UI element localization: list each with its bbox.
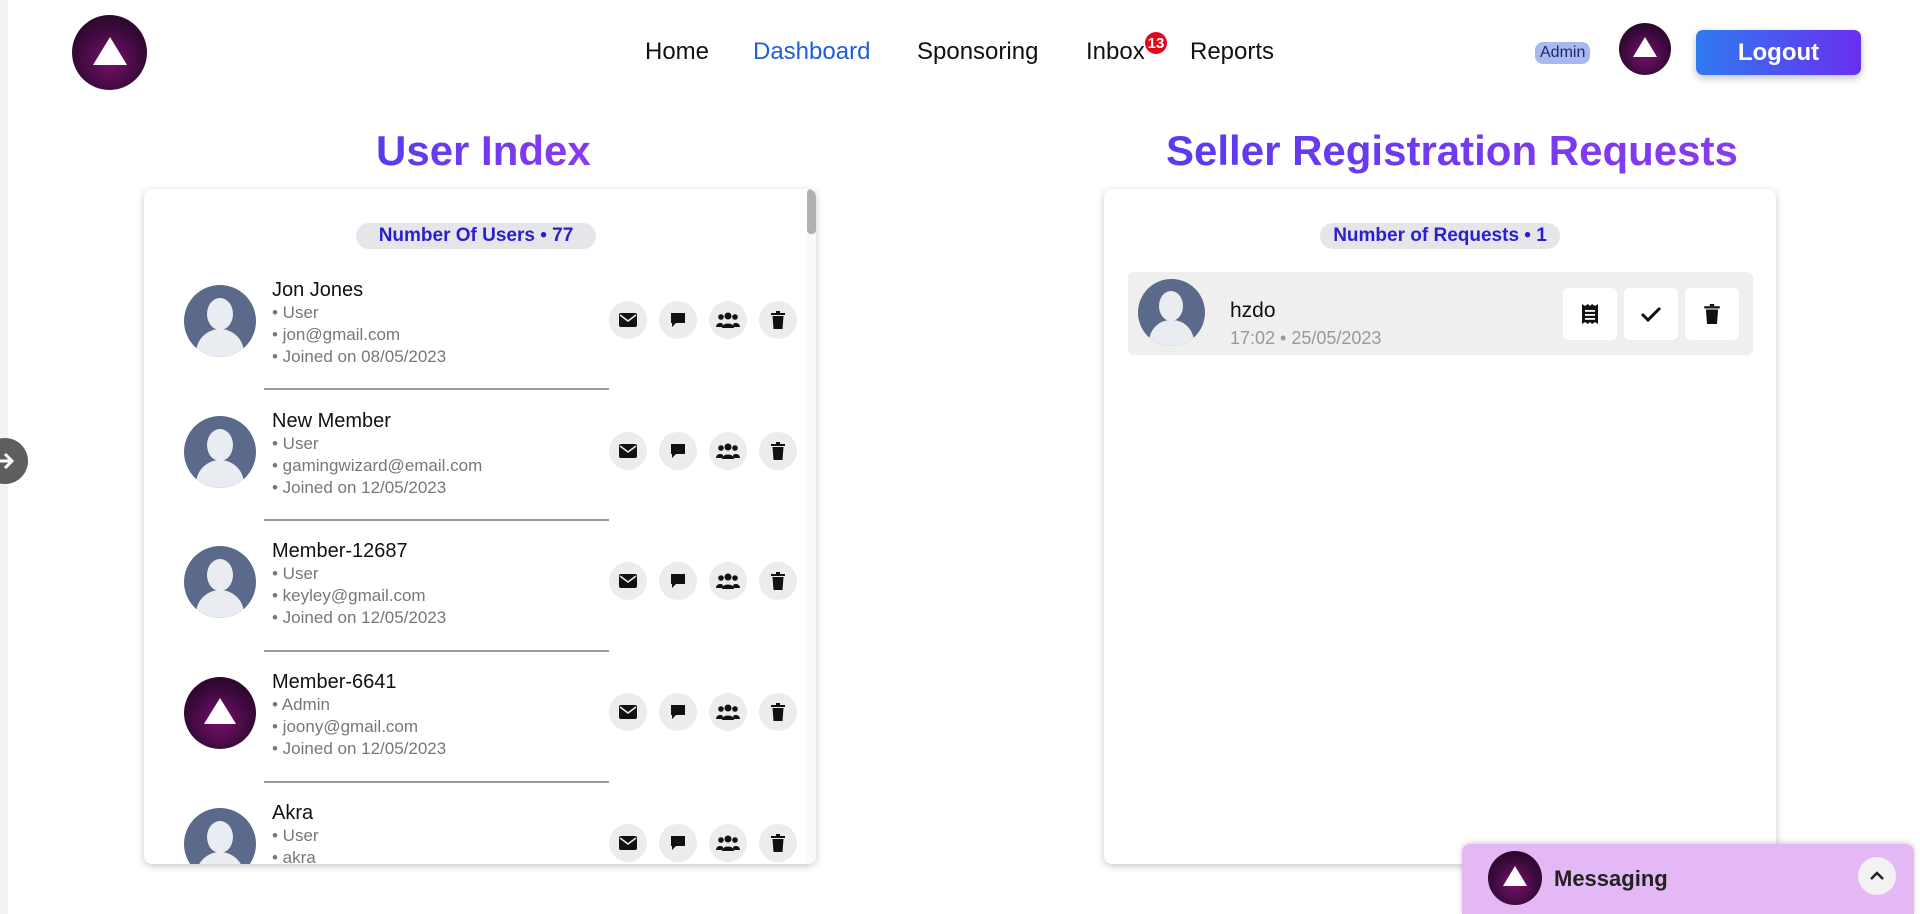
envelope-icon[interactable] [609,432,647,470]
chat-bubble-icon[interactable] [659,301,697,339]
envelope-icon[interactable] [609,824,647,862]
user-email: • gamingwizard@email.com [272,456,483,475]
nav-reports[interactable]: Reports [1190,38,1274,66]
user-index-title: User Index [376,127,591,174]
user-email: • joony@gmail.com [272,717,419,736]
user-joined: • Joined on 12/05/2023 [272,478,447,497]
user-index-panel: Number Of Users • 77 Jon Jones • User • … [144,189,816,864]
receipt-icon[interactable] [1563,288,1617,340]
user-name: Akra [272,802,314,824]
top-navbar: Home Dashboard Sponsoring Inbox 13 Repor… [0,0,1920,105]
users-group-icon[interactable] [709,301,747,339]
list-item[interactable]: Akra • User • akra [184,802,797,864]
request-row[interactable]: hzdo 17:02 • 25/05/2023 [1128,272,1753,355]
logout-button[interactable]: Logout [1696,30,1861,75]
user-joined: • Joined on 08/05/2023 [272,347,447,366]
avatar [184,808,256,864]
row-divider [264,388,609,390]
user-actions [609,562,809,602]
trash-icon[interactable] [759,301,797,339]
user-email: • akra [272,848,316,864]
triangle-logo-icon [204,698,236,724]
envelope-icon[interactable] [609,693,647,731]
profile-avatar[interactable] [1619,23,1671,75]
user-role: • User [272,434,319,453]
row-divider [264,781,609,783]
chat-bubble-icon[interactable] [659,693,697,731]
avatar [184,546,256,618]
user-email: • keyley@gmail.com [272,586,426,605]
avatar [184,416,256,488]
nav-dashboard[interactable]: Dashboard [753,38,870,66]
inbox-unread-badge: 13 [1145,32,1167,54]
nav-sponsoring[interactable]: Sponsoring [917,38,1038,66]
chat-bubble-icon[interactable] [659,432,697,470]
arrow-right-icon [0,452,15,470]
list-item[interactable]: Member-12687 • User • keyley@gmail.com •… [184,540,797,650]
user-count-pill: Number Of Users • 77 [356,223,596,249]
chevron-up-icon[interactable] [1858,857,1896,895]
list-item[interactable]: Member-6641 • Admin • joony@gmail.com • … [184,671,797,781]
users-group-icon[interactable] [709,693,747,731]
envelope-icon[interactable] [609,562,647,600]
user-role: • User [272,826,319,845]
users-group-icon[interactable] [709,562,747,600]
user-joined: • Joined on 12/05/2023 [272,739,447,758]
user-actions [609,432,809,472]
trash-icon[interactable] [759,824,797,862]
user-role: • User [272,303,319,322]
seller-requests-title: Seller Registration Requests [1166,127,1738,174]
trash-icon[interactable] [759,562,797,600]
seller-requests-panel: Number of Requests • 1 hzdo 17:02 • 25/0… [1104,189,1776,864]
list-item[interactable]: Jon Jones • User • jon@gmail.com • Joine… [184,279,797,389]
user-actions [609,301,809,341]
chat-bubble-icon[interactable] [659,562,697,600]
chat-bubble-icon[interactable] [659,824,697,862]
triangle-logo-icon [1503,866,1527,886]
row-divider [264,519,609,521]
nav-home[interactable]: Home [645,38,709,66]
messaging-label: Messaging [1554,866,1668,891]
role-badge: Admin [1535,42,1591,64]
avatar [1138,279,1205,346]
users-group-icon[interactable] [709,432,747,470]
request-count-pill: Number of Requests • 1 [1320,223,1560,249]
user-actions [609,693,809,733]
nav-inbox[interactable]: Inbox [1086,38,1145,66]
user-role: • User [272,564,319,583]
row-divider [264,650,609,652]
triangle-logo-icon [1633,37,1657,57]
user-joined: • Joined on 12/05/2023 [272,608,447,627]
check-icon[interactable] [1624,288,1678,340]
request-name: hzdo [1230,299,1276,322]
trash-icon[interactable] [1685,288,1739,340]
user-list-scrollbar[interactable] [807,189,816,864]
side-panel-toggle[interactable] [0,438,28,484]
messaging-dock[interactable]: Messaging [1462,844,1914,914]
trash-icon[interactable] [759,693,797,731]
users-group-icon[interactable] [709,824,747,862]
scroll-thumb[interactable] [807,189,816,234]
user-name: Member-6641 [272,671,397,693]
request-timestamp: 17:02 • 25/05/2023 [1230,328,1382,348]
avatar [184,677,256,749]
user-name: New Member [272,410,391,432]
user-name: Member-12687 [272,540,408,562]
user-name: Jon Jones [272,279,364,301]
avatar [1488,851,1542,905]
user-actions [609,824,809,864]
envelope-icon[interactable] [609,301,647,339]
user-email: • jon@gmail.com [272,325,401,344]
list-item[interactable]: New Member • User • gamingwizard@email.c… [184,410,797,520]
avatar [184,285,256,357]
user-role: • Admin [272,695,330,714]
trash-icon[interactable] [759,432,797,470]
